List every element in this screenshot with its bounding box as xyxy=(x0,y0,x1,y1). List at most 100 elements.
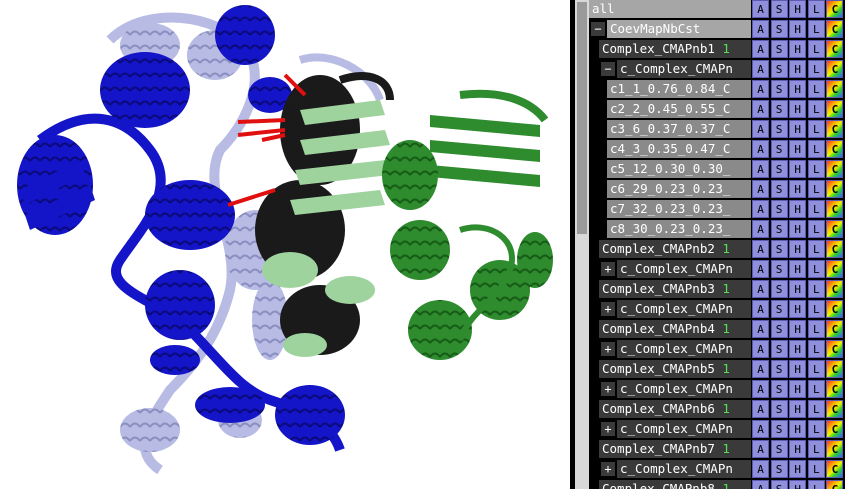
action-button[interactable]: A xyxy=(752,80,769,98)
hide-button[interactable]: H xyxy=(789,180,807,198)
object-row[interactable]: all A S H L C xyxy=(589,0,845,18)
panel-scrollbar[interactable] xyxy=(575,0,589,489)
object-name[interactable]: c7_32_0.23_0.23_ xyxy=(607,200,751,218)
color-button[interactable]: C xyxy=(826,240,844,258)
action-button[interactable]: A xyxy=(752,340,769,358)
scrollbar-thumb[interactable] xyxy=(577,2,587,234)
label-button[interactable]: L xyxy=(807,200,825,218)
object-name[interactable]: c8_30_0.23_0.23_ xyxy=(607,220,751,238)
collapse-icon[interactable]: − xyxy=(591,22,605,36)
label-button[interactable]: L xyxy=(807,40,825,58)
label-button[interactable]: L xyxy=(807,20,825,38)
color-button[interactable]: C xyxy=(826,360,844,378)
show-button[interactable]: S xyxy=(770,460,788,478)
action-button[interactable]: A xyxy=(752,280,769,298)
hide-button[interactable]: H xyxy=(789,100,807,118)
action-button[interactable]: A xyxy=(752,60,769,78)
action-button[interactable]: A xyxy=(752,260,769,278)
color-button[interactable]: C xyxy=(826,40,844,58)
object-row[interactable]: c3_6_0.37_0.37_C A S H L C xyxy=(589,120,845,138)
hide-button[interactable]: H xyxy=(789,20,807,38)
label-button[interactable]: L xyxy=(807,160,825,178)
action-button[interactable]: A xyxy=(752,460,769,478)
show-button[interactable]: S xyxy=(770,160,788,178)
color-button[interactable]: C xyxy=(826,460,844,478)
object-row[interactable]: c1_1_0.76_0.84_C A S H L C xyxy=(589,80,845,98)
color-button[interactable]: C xyxy=(826,380,844,398)
label-button[interactable]: L xyxy=(807,60,825,78)
label-button[interactable]: L xyxy=(807,380,825,398)
label-button[interactable]: L xyxy=(807,460,825,478)
expand-icon[interactable]: + xyxy=(601,262,615,276)
hide-button[interactable]: H xyxy=(789,260,807,278)
expand-icon[interactable]: + xyxy=(601,422,615,436)
object-name[interactable]: c_Complex_CMAPn xyxy=(617,460,751,478)
object-name[interactable]: c6_29_0.23_0.23_ xyxy=(607,180,751,198)
hide-button[interactable]: H xyxy=(789,340,807,358)
show-button[interactable]: S xyxy=(770,20,788,38)
expand-icon[interactable]: + xyxy=(601,342,615,356)
object-row[interactable]: + c_Complex_CMAPn A S H L C xyxy=(589,380,845,398)
color-button[interactable]: C xyxy=(826,120,844,138)
label-button[interactable]: L xyxy=(807,100,825,118)
action-button[interactable]: A xyxy=(752,20,769,38)
object-name[interactable]: c1_1_0.76_0.84_C xyxy=(607,80,751,98)
hide-button[interactable]: H xyxy=(789,280,807,298)
color-button[interactable]: C xyxy=(826,140,844,158)
hide-button[interactable]: H xyxy=(789,380,807,398)
object-row[interactable]: c7_32_0.23_0.23_ A S H L C xyxy=(589,200,845,218)
show-button[interactable]: S xyxy=(770,0,788,18)
object-row[interactable]: Complex_CMAPnb3 1ASHLC xyxy=(589,280,845,298)
show-button[interactable]: S xyxy=(770,340,788,358)
hide-button[interactable]: H xyxy=(789,0,807,18)
object-name[interactable]: Complex_CMAPnb4 1 xyxy=(599,320,751,338)
object-name[interactable]: c2_2_0.45_0.55_C xyxy=(607,100,751,118)
show-button[interactable]: S xyxy=(770,400,788,418)
color-button[interactable]: C xyxy=(826,280,844,298)
hide-button[interactable]: H xyxy=(789,240,807,258)
hide-button[interactable]: H xyxy=(789,420,807,438)
color-button[interactable]: C xyxy=(826,440,844,458)
object-row[interactable]: Complex_CMAPnb1 1ASHLC xyxy=(589,40,845,58)
action-button[interactable]: A xyxy=(752,140,769,158)
object-name[interactable]: Complex_CMAPnb6 1 xyxy=(599,400,751,418)
show-button[interactable]: S xyxy=(770,380,788,398)
action-button[interactable]: A xyxy=(752,100,769,118)
label-button[interactable]: L xyxy=(807,340,825,358)
color-button[interactable]: C xyxy=(826,100,844,118)
object-name[interactable]: Complex_CMAPnb1 1 xyxy=(599,40,751,58)
action-button[interactable]: A xyxy=(752,440,769,458)
show-button[interactable]: S xyxy=(770,360,788,378)
object-row[interactable]: + c_Complex_CMAPn A S H L C xyxy=(589,420,845,438)
hide-button[interactable]: H xyxy=(789,220,807,238)
object-name[interactable]: c3_6_0.37_0.37_C xyxy=(607,120,751,138)
label-button[interactable]: L xyxy=(807,480,825,489)
hide-button[interactable]: H xyxy=(789,80,807,98)
object-row[interactable]: c2_2_0.45_0.55_C A S H L C xyxy=(589,100,845,118)
action-button[interactable]: A xyxy=(752,380,769,398)
hide-button[interactable]: H xyxy=(789,300,807,318)
action-button[interactable]: A xyxy=(752,300,769,318)
label-button[interactable]: L xyxy=(807,220,825,238)
object-row[interactable]: + c_Complex_CMAPn A S H L C xyxy=(589,300,845,318)
hide-button[interactable]: H xyxy=(789,400,807,418)
action-button[interactable]: A xyxy=(752,240,769,258)
hide-button[interactable]: H xyxy=(789,40,807,58)
object-name[interactable]: c_Complex_CMAPn xyxy=(617,60,751,78)
object-row[interactable]: c4_3_0.35_0.47_C A S H L C xyxy=(589,140,845,158)
object-name[interactable]: c4_3_0.35_0.47_C xyxy=(607,140,751,158)
hide-button[interactable]: H xyxy=(789,480,807,489)
object-row[interactable]: Complex_CMAPnb2 1ASHLC xyxy=(589,240,845,258)
object-name[interactable]: Complex_CMAPnb7 1 xyxy=(599,440,751,458)
object-row[interactable]: + c_Complex_CMAPn A S H L C xyxy=(589,260,845,278)
object-name[interactable]: Complex_CMAPnb2 1 xyxy=(599,240,751,258)
object-row[interactable]: + c_Complex_CMAPn A S H L C xyxy=(589,340,845,358)
action-button[interactable]: A xyxy=(752,420,769,438)
label-button[interactable]: L xyxy=(807,240,825,258)
object-row[interactable]: + c_Complex_CMAPn A S H L C xyxy=(589,460,845,478)
object-name[interactable]: c_Complex_CMAPn xyxy=(617,340,751,358)
object-name[interactable]: all xyxy=(589,0,751,18)
action-button[interactable]: A xyxy=(752,40,769,58)
show-button[interactable]: S xyxy=(770,300,788,318)
object-name[interactable]: CoevMapNbCst xyxy=(607,20,751,38)
